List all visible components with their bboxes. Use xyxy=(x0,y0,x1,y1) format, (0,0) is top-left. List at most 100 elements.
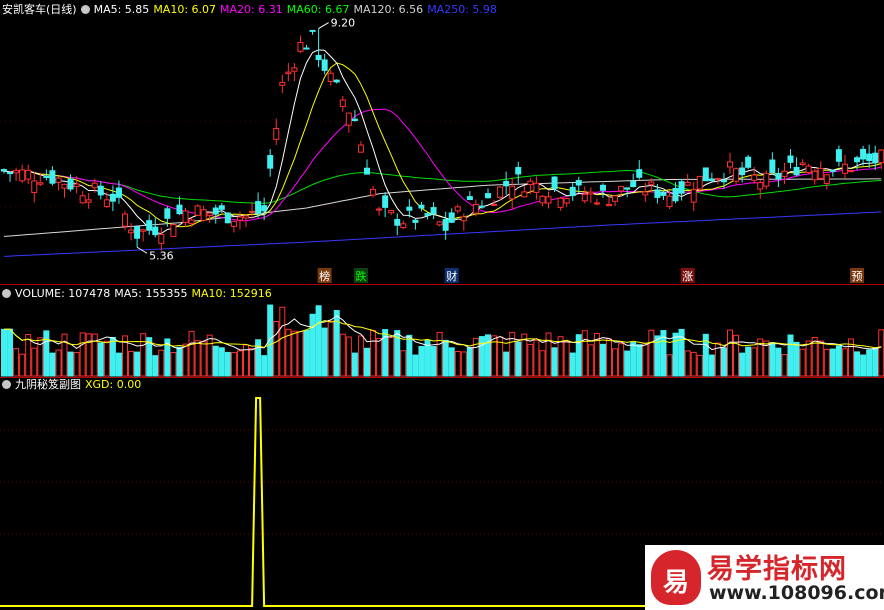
candle-up xyxy=(612,195,619,202)
stock-chart[interactable]: 9.20 5.36 榜 跌 财 涨 预 xyxy=(0,0,884,610)
main-header-item-3: MA60: 6.67 xyxy=(286,3,350,16)
main-header-item-1: MA10: 6.07 xyxy=(153,3,217,16)
volume-bar xyxy=(55,349,62,377)
volume-bar xyxy=(170,351,177,377)
candle-down xyxy=(412,219,419,223)
candle-up xyxy=(757,182,764,190)
candle-down xyxy=(829,169,836,172)
event-tag-113: 涨 xyxy=(682,270,693,283)
candle-down xyxy=(448,212,455,223)
candle-up xyxy=(460,216,467,222)
candle-up xyxy=(25,169,32,180)
candle-down xyxy=(176,204,183,215)
candle-down xyxy=(321,59,328,71)
volume-bar xyxy=(612,348,619,377)
volume-bar xyxy=(49,352,56,377)
volume-bar xyxy=(648,329,655,377)
candle-up xyxy=(170,224,177,237)
main-header-item-4: MA120: 6.56 xyxy=(353,3,424,16)
candle-up xyxy=(593,202,600,205)
volume-bar xyxy=(860,354,867,377)
candle-up xyxy=(297,41,304,52)
main-chart-header: 安凯客车(日线) MA5: 5.85 MA10: 6.07 MA20: 6.31 MA6… xyxy=(2,3,505,17)
volume-bar xyxy=(128,350,135,377)
candle-up xyxy=(521,191,528,198)
candle-up xyxy=(31,180,38,193)
candle-up xyxy=(103,199,110,208)
volume-bar xyxy=(448,347,455,377)
volume-header-item-1: MA5: 155355 xyxy=(114,287,188,300)
volume-bar xyxy=(327,320,334,377)
candle-up xyxy=(61,183,68,189)
candle-down xyxy=(660,191,667,196)
volume-bar xyxy=(357,335,364,377)
volume-bar xyxy=(31,347,38,377)
volume-bar xyxy=(720,347,727,377)
candle-up xyxy=(666,195,673,208)
settings-dot-icon[interactable] xyxy=(80,5,90,14)
volume-bar xyxy=(739,352,746,377)
candle-down xyxy=(333,79,340,83)
candle-down xyxy=(303,47,310,50)
candle-up xyxy=(533,182,540,193)
candle-down xyxy=(382,195,389,208)
candle-up xyxy=(19,169,26,182)
candle-down xyxy=(720,179,727,183)
candle-down xyxy=(775,173,782,180)
candle-up xyxy=(509,185,516,200)
candle-down xyxy=(315,54,322,61)
candle-up xyxy=(491,203,498,206)
ma10-line xyxy=(3,62,882,228)
candle-up xyxy=(122,213,128,227)
volume-bar xyxy=(43,330,50,377)
settings-dot-icon[interactable] xyxy=(2,380,11,389)
candle-up xyxy=(357,144,364,153)
candle-up xyxy=(606,203,612,207)
volume-bar xyxy=(835,345,842,377)
volume-bar xyxy=(279,306,286,377)
volume-bar xyxy=(115,352,122,377)
candle-down xyxy=(418,204,425,209)
volume-bar xyxy=(303,329,310,377)
candle-down xyxy=(430,207,437,215)
volume-bar xyxy=(412,354,419,377)
volume-bar xyxy=(527,343,534,377)
volume-bar xyxy=(503,351,510,377)
volume-bar xyxy=(587,344,594,377)
candle-up xyxy=(823,174,830,184)
candle-down xyxy=(575,180,582,186)
candle-up xyxy=(841,163,848,174)
candle-up xyxy=(878,149,884,164)
candle-up xyxy=(79,195,86,204)
volume-bar xyxy=(309,313,316,377)
volume-bar xyxy=(67,351,74,377)
volume-bar xyxy=(212,345,219,377)
candle-up xyxy=(200,209,207,221)
volume-bar xyxy=(406,334,413,377)
event-tag-59: 跌 xyxy=(355,269,366,283)
volume-bar xyxy=(684,350,691,377)
settings-dot-icon[interactable] xyxy=(2,289,11,298)
candle-down xyxy=(872,152,879,164)
candle-up xyxy=(642,191,649,196)
low-price-marker: 5.36 xyxy=(149,249,174,262)
volume-bar xyxy=(339,333,346,377)
volume-bar xyxy=(823,348,830,377)
sub-header-item-0: 九阴秘笈副图 xyxy=(15,378,81,391)
volume-bar xyxy=(140,333,147,377)
candle-down xyxy=(702,167,709,182)
candle-down xyxy=(654,189,661,198)
candle-up xyxy=(781,170,788,177)
candle-up xyxy=(497,186,504,198)
candle-up xyxy=(73,183,80,188)
volume-bar xyxy=(1,328,7,377)
candle-up xyxy=(55,177,62,183)
candle-down xyxy=(860,148,867,160)
candle-down xyxy=(678,181,685,194)
candle-down xyxy=(164,208,171,219)
volume-bar xyxy=(569,352,576,377)
candle-down xyxy=(212,207,219,215)
volume-bar xyxy=(103,340,110,377)
candle-up xyxy=(194,205,201,216)
volume-bar xyxy=(182,343,189,377)
